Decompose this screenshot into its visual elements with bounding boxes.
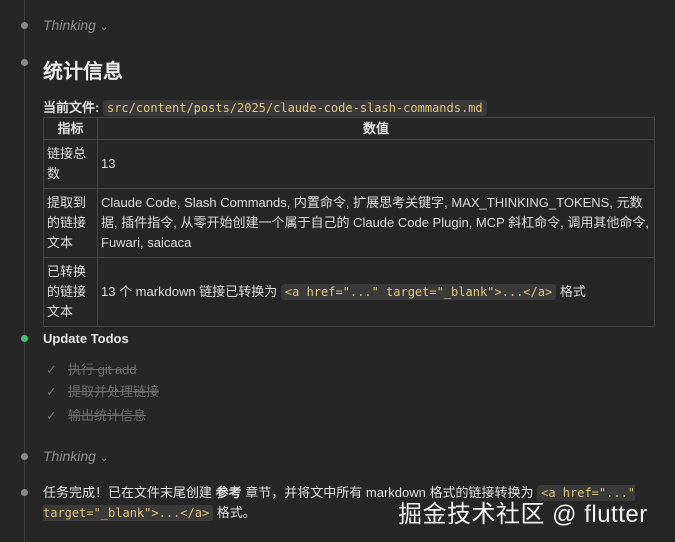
todos-title: Update Todos bbox=[43, 331, 129, 346]
file-label: 当前文件: bbox=[43, 100, 100, 115]
current-file-line: 当前文件: src/content/posts/2025/claude-code… bbox=[43, 97, 487, 116]
table-header-row: 指标 数值 bbox=[43, 117, 655, 140]
final-bold: 参考 bbox=[215, 485, 242, 500]
metric-cell: 提取到的链接文本 bbox=[43, 188, 98, 258]
value-cell: 13 个 markdown 链接已转换为 <a href="..." targe… bbox=[97, 257, 655, 327]
todo-item: ✓ 执行 git add bbox=[46, 359, 137, 378]
todo-label: 提取并处理链接 bbox=[68, 384, 160, 399]
file-path: src/content/posts/2025/claude-code-slash… bbox=[102, 100, 487, 116]
table-row: 提取到的链接文本 Claude Code, Slash Commands, 内置… bbox=[43, 188, 655, 258]
todo-label: 执行 git add bbox=[68, 362, 137, 377]
thinking-label: Thinking bbox=[43, 17, 96, 33]
final-text-3: 格式。 bbox=[216, 505, 256, 520]
table-row: 链接总数 13 bbox=[43, 139, 655, 189]
todo-label: 输出统计信息 bbox=[68, 408, 147, 423]
value-suffix: 格式 bbox=[559, 284, 586, 299]
timeline-line bbox=[24, 0, 25, 542]
value-prefix: 13 个 markdown 链接已转换为 bbox=[101, 284, 278, 299]
thinking-toggle-2[interactable]: Thinking ⌄ bbox=[43, 448, 108, 464]
checkmark-icon: ✓ bbox=[46, 384, 57, 399]
timeline-dot bbox=[21, 22, 28, 29]
header-value: 数值 bbox=[97, 117, 655, 140]
stats-heading: 统计信息 bbox=[43, 61, 123, 83]
todo-item: ✓ 输出统计信息 bbox=[46, 405, 146, 424]
table-row: 已转换的链接文本 13 个 markdown 链接已转换为 <a href=".… bbox=[43, 257, 655, 327]
chevron-down-icon: ⌄ bbox=[99, 453, 109, 464]
value-cell: Claude Code, Slash Commands, 内置命令, 扩展思考关… bbox=[97, 188, 655, 258]
metric-cell: 已转换的链接文本 bbox=[43, 257, 98, 327]
watermark: 掘金技术社区 @ flutter bbox=[398, 501, 648, 528]
chevron-down-icon: ⌄ bbox=[99, 22, 109, 33]
final-text-1: 任务完成！已在文件末尾创建 bbox=[43, 485, 213, 500]
thinking-label: Thinking bbox=[43, 448, 96, 464]
thinking-toggle-1[interactable]: Thinking ⌄ bbox=[43, 17, 108, 33]
checkmark-icon: ✓ bbox=[46, 362, 57, 377]
timeline-dot bbox=[21, 59, 28, 66]
metric-cell: 链接总数 bbox=[43, 139, 98, 189]
todo-item: ✓ 提取并处理链接 bbox=[46, 381, 159, 400]
header-metric: 指标 bbox=[43, 117, 98, 140]
timeline-dot bbox=[21, 453, 28, 460]
stats-table: 指标 数值 链接总数 13 提取到的链接文本 Claude Code, Slas… bbox=[43, 117, 655, 327]
timeline-dot bbox=[21, 489, 28, 496]
checkmark-icon: ✓ bbox=[46, 408, 57, 423]
timeline-dot-active bbox=[21, 335, 28, 342]
value-cell: 13 bbox=[97, 139, 655, 189]
value-code: <a href="..." target="_blank">...</a> bbox=[280, 284, 557, 300]
